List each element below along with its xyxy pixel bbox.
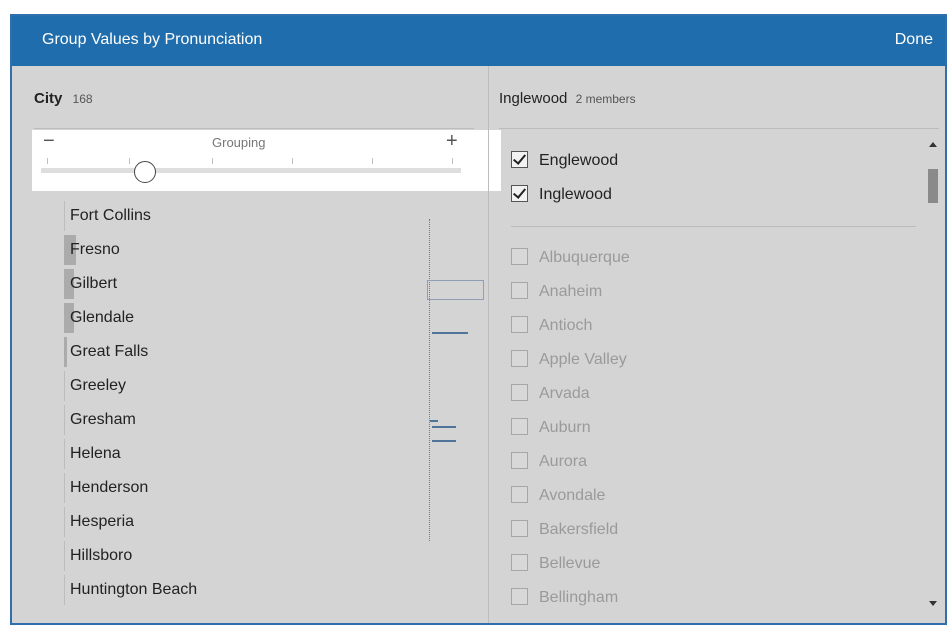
slider-tick bbox=[212, 158, 213, 164]
value-label: Hillsboro bbox=[70, 547, 133, 564]
scrollbar-thumb[interactable] bbox=[928, 169, 938, 203]
checkbox[interactable] bbox=[511, 520, 528, 537]
list-item[interactable]: Fresno bbox=[64, 235, 424, 265]
grouping-slider-panel: − Grouping + bbox=[32, 130, 501, 191]
member-label: Englewood bbox=[539, 152, 619, 169]
member-label: Inglewood bbox=[539, 186, 612, 203]
value-label: Glendale bbox=[70, 309, 135, 326]
value-label: Huntington Beach bbox=[70, 581, 198, 598]
checkbox[interactable] bbox=[511, 185, 528, 202]
value-label: Fresno bbox=[70, 241, 120, 258]
member-label: Bellevue bbox=[539, 555, 601, 572]
value-label: Fort Collins bbox=[70, 207, 151, 224]
checkbox[interactable] bbox=[511, 554, 528, 571]
value-frequency-edge bbox=[64, 371, 65, 401]
value-label: Great Falls bbox=[70, 343, 149, 360]
value-frequency-edge bbox=[64, 575, 65, 605]
field-header: City 168 bbox=[34, 90, 93, 107]
member-label: Albuquerque bbox=[539, 249, 630, 266]
group-mark[interactable] bbox=[432, 426, 456, 428]
dialog-title-bar: Group Values by Pronunciation Done bbox=[12, 16, 945, 66]
group-mark[interactable] bbox=[432, 332, 468, 334]
group-mark[interactable] bbox=[432, 440, 456, 442]
value-frequency-edge bbox=[64, 201, 65, 231]
value-label: Gilbert bbox=[70, 275, 118, 292]
members-separator bbox=[511, 226, 916, 227]
checkbox[interactable] bbox=[511, 350, 528, 367]
value-frequency-edge bbox=[64, 541, 65, 571]
header-divider bbox=[34, 128, 474, 129]
grouping-slider-handle[interactable] bbox=[134, 161, 156, 183]
list-item[interactable]: Huntington Beach bbox=[64, 575, 424, 605]
group-members-pane: Inglewood 2 members Englewood Inglewood … bbox=[489, 66, 945, 623]
slider-tick bbox=[452, 158, 453, 164]
value-frequency-edge bbox=[64, 473, 65, 503]
list-item[interactable]: Hillsboro bbox=[64, 541, 424, 571]
grouping-axis bbox=[429, 219, 430, 541]
group-values-dialog: Group Values by Pronunciation Done City … bbox=[10, 14, 947, 625]
field-count: 168 bbox=[72, 92, 93, 106]
list-item[interactable]: Fort Collins bbox=[64, 201, 424, 231]
member-label: Antioch bbox=[539, 317, 593, 334]
member-label: Anaheim bbox=[539, 283, 603, 300]
value-frequency-bar bbox=[64, 337, 67, 367]
checkbox[interactable] bbox=[511, 588, 528, 605]
value-label: Gresham bbox=[70, 411, 136, 428]
checkbox[interactable] bbox=[511, 151, 528, 168]
dialog-title: Group Values by Pronunciation bbox=[42, 31, 263, 48]
checkbox[interactable] bbox=[511, 418, 528, 435]
list-item[interactable]: Greeley bbox=[64, 371, 424, 401]
field-values-pane: City 168 − Grouping + Fort Collins Fresn… bbox=[12, 66, 501, 623]
member-label: Avondale bbox=[539, 487, 606, 504]
header-divider bbox=[499, 128, 939, 129]
list-item[interactable]: Glendale bbox=[64, 303, 424, 333]
slider-tick bbox=[372, 158, 373, 164]
value-frequency-edge bbox=[64, 439, 65, 469]
selected-group-box[interactable] bbox=[427, 280, 484, 300]
scroll-down-arrow-icon[interactable] bbox=[929, 601, 937, 606]
member-label: Arvada bbox=[539, 385, 590, 402]
list-item[interactable]: Gilbert bbox=[64, 269, 424, 299]
value-label: Helena bbox=[70, 445, 121, 462]
grouping-label: Grouping bbox=[212, 135, 266, 150]
member-count: 2 members bbox=[575, 92, 636, 106]
list-item[interactable]: Hesperia bbox=[64, 507, 424, 537]
value-frequency-edge bbox=[64, 405, 65, 435]
checkbox[interactable] bbox=[511, 316, 528, 333]
checkbox[interactable] bbox=[511, 248, 528, 265]
member-label: Bakersfield bbox=[539, 521, 619, 538]
member-label: Apple Valley bbox=[539, 351, 627, 368]
checkbox[interactable] bbox=[511, 452, 528, 469]
slider-tick bbox=[129, 158, 130, 164]
group-mark[interactable] bbox=[430, 420, 438, 422]
group-header: Inglewood 2 members bbox=[499, 90, 636, 107]
slider-tick bbox=[47, 158, 48, 164]
decrease-grouping-button[interactable]: − bbox=[43, 130, 55, 153]
value-frequency-edge bbox=[64, 507, 65, 537]
field-name: City bbox=[34, 90, 63, 107]
list-item[interactable]: Gresham bbox=[64, 405, 424, 435]
value-label: Greeley bbox=[70, 377, 127, 394]
slider-tick bbox=[292, 158, 293, 164]
member-label: Aurora bbox=[539, 453, 588, 470]
group-name: Inglewood bbox=[499, 90, 568, 107]
checkbox[interactable] bbox=[511, 282, 528, 299]
scroll-up-arrow-icon[interactable] bbox=[929, 142, 937, 147]
checkbox[interactable] bbox=[511, 486, 528, 503]
member-label: Auburn bbox=[539, 419, 591, 436]
list-item[interactable]: Great Falls bbox=[64, 337, 424, 367]
value-label: Hesperia bbox=[70, 513, 135, 530]
list-item[interactable]: Helena bbox=[64, 439, 424, 469]
grouping-slider-track[interactable] bbox=[41, 168, 461, 173]
member-label: Bellingham bbox=[539, 589, 619, 606]
done-button[interactable]: Done bbox=[895, 31, 933, 49]
increase-grouping-button[interactable]: + bbox=[446, 130, 458, 153]
members-scrollbar[interactable] bbox=[926, 138, 940, 610]
value-label: Henderson bbox=[70, 479, 149, 496]
checkbox[interactable] bbox=[511, 384, 528, 401]
list-item[interactable]: Henderson bbox=[64, 473, 424, 503]
